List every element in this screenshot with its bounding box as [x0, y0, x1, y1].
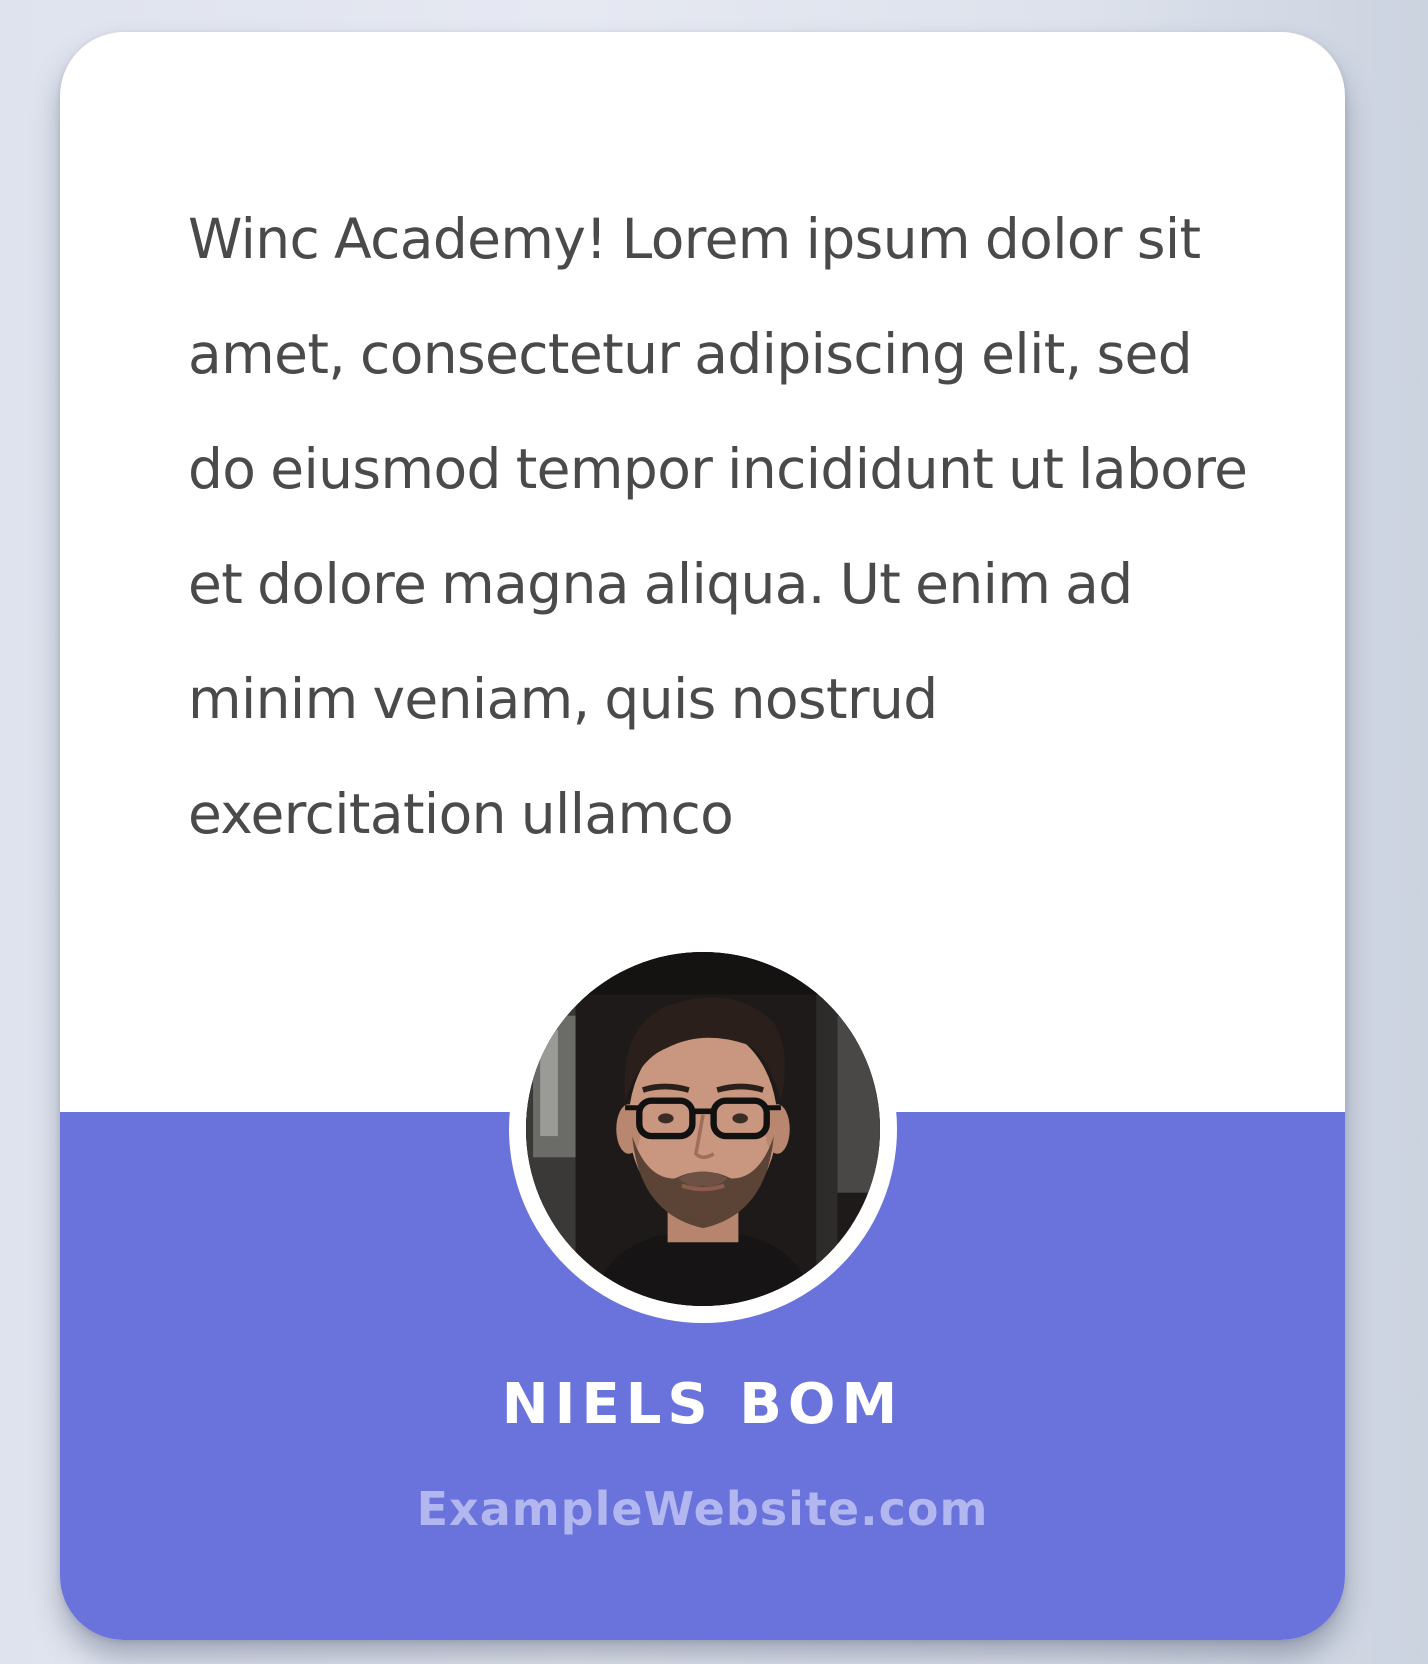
testimonial-card: Winc Academy! Lorem ipsum dolor sit amet…: [60, 32, 1345, 1640]
avatar-ring: [509, 935, 897, 1323]
testimonial-quote: Winc Academy! Lorem ipsum dolor sit amet…: [188, 207, 1248, 846]
author-website: ExampleWebsite.com: [416, 1482, 989, 1536]
user-photo: [526, 952, 880, 1306]
author-name: NIELS BOM: [501, 1372, 904, 1437]
avatar: [526, 952, 880, 1306]
